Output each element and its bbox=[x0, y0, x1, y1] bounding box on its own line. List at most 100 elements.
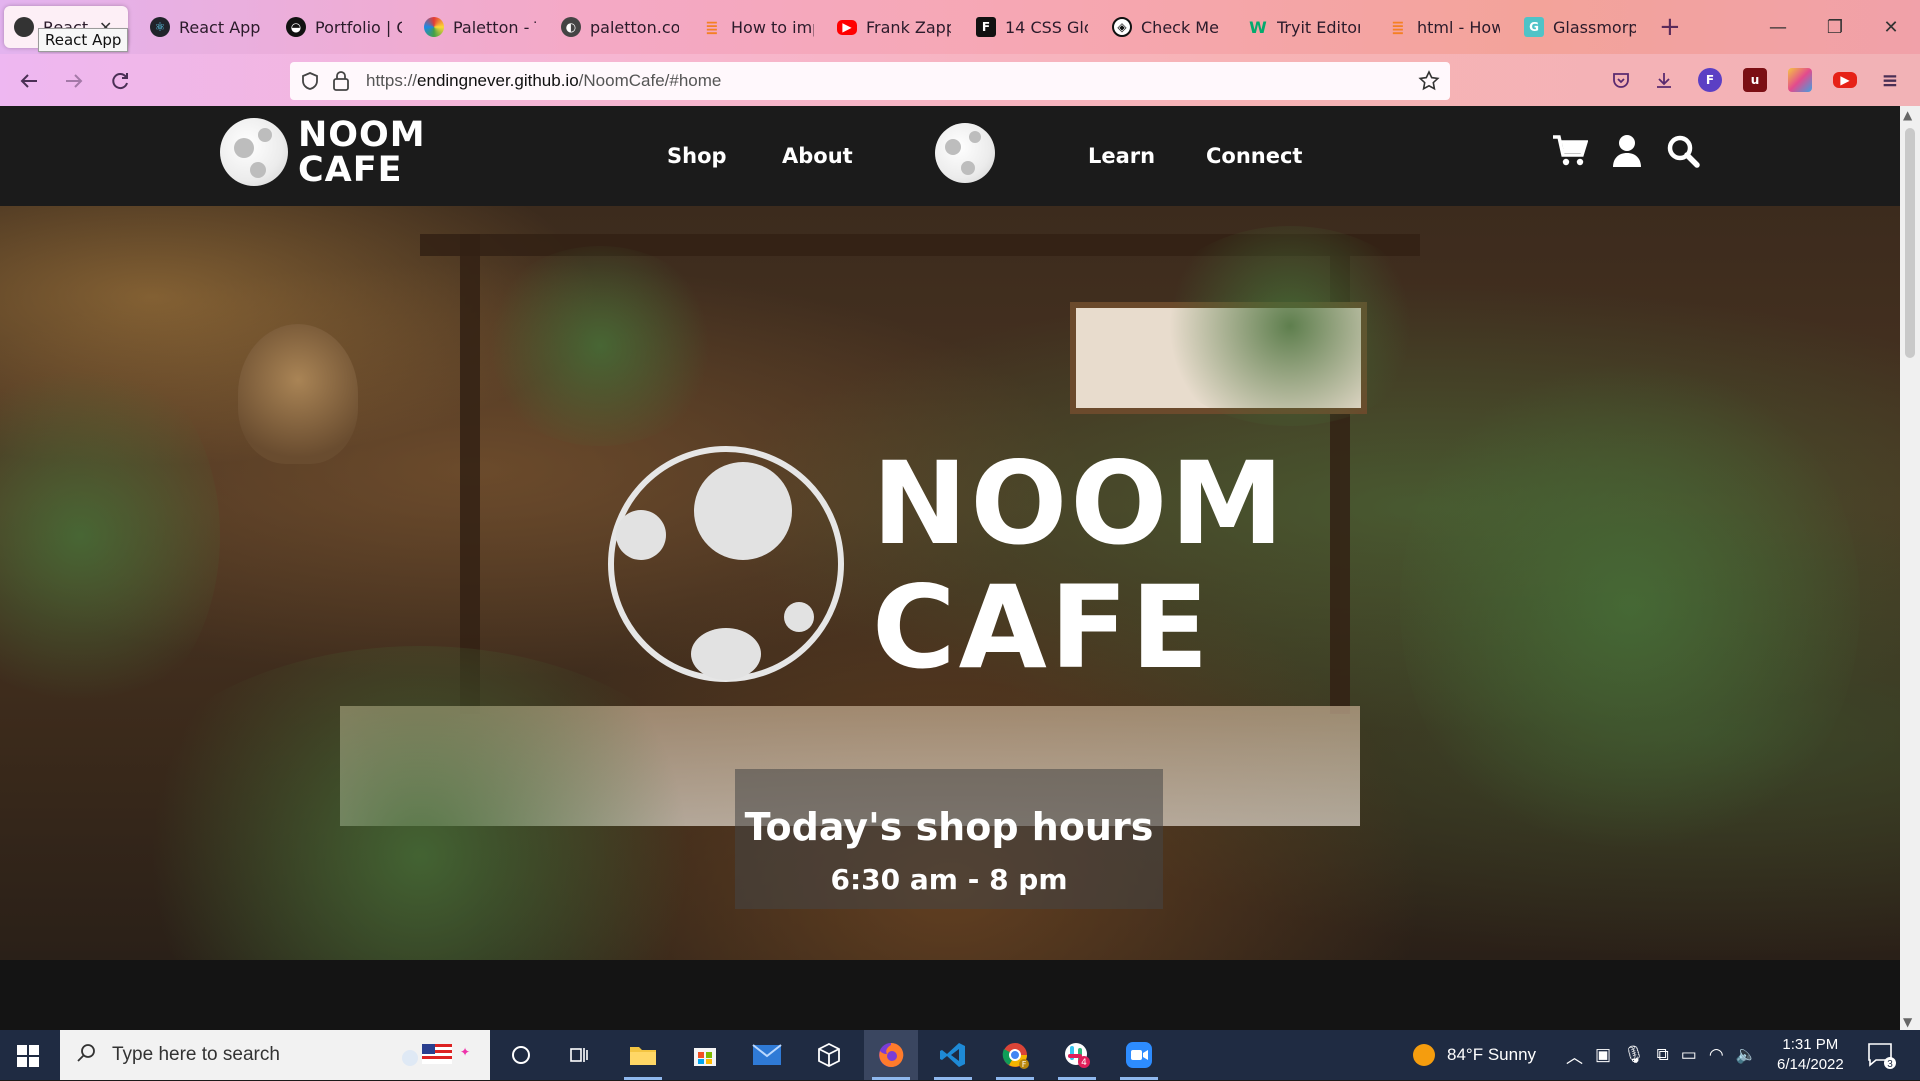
file-explorer-icon[interactable] bbox=[616, 1030, 670, 1080]
tab-html-how-to[interactable]: ≣ html - How t bbox=[1388, 6, 1500, 48]
nav-about[interactable]: About bbox=[782, 144, 853, 168]
wifi-icon[interactable]: ◠ bbox=[1709, 1045, 1724, 1065]
slack-icon[interactable]: 4 bbox=[1050, 1030, 1104, 1080]
windows-start-icon[interactable] bbox=[17, 1045, 39, 1067]
svg-text:✦: ✦ bbox=[460, 1045, 470, 1059]
tab-portfolio[interactable]: ◒ Portfolio | Cc bbox=[286, 6, 402, 48]
youtube-ext-icon[interactable]: ▶ bbox=[1833, 72, 1857, 88]
back-icon[interactable] bbox=[12, 64, 46, 98]
taskbar-search-box[interactable]: Type here to search ✦ bbox=[60, 1030, 490, 1080]
colorzilla-icon[interactable] bbox=[1788, 68, 1812, 92]
tab-title: Tryit Editor v bbox=[1277, 17, 1360, 37]
nav-learn[interactable]: Learn bbox=[1088, 144, 1155, 168]
tab-check-me-out[interactable]: ◈ Check Me O bbox=[1112, 6, 1224, 48]
w3schools-icon: W bbox=[1249, 17, 1267, 37]
tab-paletton-com[interactable]: ◐ paletton.com bbox=[561, 6, 679, 48]
mail-icon[interactable] bbox=[740, 1030, 794, 1080]
restore-icon[interactable]: ❐ bbox=[1820, 12, 1850, 42]
shop-hours-card: Today's shop hours 6:30 am - 8 pm bbox=[735, 769, 1163, 909]
page-scrollbar[interactable]: ▲ ▼ bbox=[1900, 106, 1920, 1031]
zoom-icon[interactable] bbox=[1112, 1030, 1166, 1080]
microphone-icon[interactable]: 🎙 bbox=[1623, 1045, 1645, 1065]
tab-title: How to impc bbox=[731, 17, 814, 37]
meet-now-icon[interactable]: ⧉ bbox=[1657, 1045, 1669, 1065]
weather-text: 84°F Sunny bbox=[1447, 1045, 1537, 1064]
hero-bg-plant bbox=[480, 246, 720, 446]
menu-hamburger-icon[interactable]: ≡ bbox=[1878, 68, 1902, 92]
tab-react-app[interactable]: ⚛ React App bbox=[150, 6, 260, 48]
tab-title: React App bbox=[179, 17, 260, 37]
tab-tryit-editor[interactable]: W Tryit Editor v bbox=[1248, 6, 1360, 48]
camera-icon[interactable]: ▣ bbox=[1595, 1045, 1611, 1065]
tab-title: Frank Zappa bbox=[866, 17, 951, 37]
address-bar[interactable]: https://endingnever.github.io/NoomCafe/#… bbox=[290, 62, 1450, 100]
tab-glassmorphism[interactable]: G Glassmorphi bbox=[1524, 6, 1636, 48]
tab-frank-zappa[interactable]: ▶ Frank Zappa bbox=[837, 6, 951, 48]
web-page: NOOM CAFE Shop About Learn Connect NOOM … bbox=[0, 106, 1900, 1031]
weather-widget[interactable]: 84°F Sunny bbox=[1413, 1030, 1536, 1080]
search-placeholder: Type here to search bbox=[112, 1044, 280, 1065]
chevron-up-icon[interactable]: ︿ bbox=[1566, 1043, 1583, 1068]
url-text[interactable]: https://endingnever.github.io/NoomCafe/#… bbox=[366, 71, 721, 91]
search-highlight-flag-icon: ✦ bbox=[390, 1034, 480, 1081]
system-tray: ︿ ▣ 🎙 ⧉ ▭ ◠ 🔈 bbox=[1566, 1030, 1757, 1080]
hero-bg-plant bbox=[100, 646, 740, 960]
firefox-icon[interactable] bbox=[864, 1030, 918, 1080]
shop-hours-value: 6:30 am - 8 pm bbox=[830, 863, 1068, 896]
task-view-icon[interactable] bbox=[552, 1030, 606, 1080]
paletton-globe-icon: ◐ bbox=[561, 17, 581, 37]
hero-bg-plant bbox=[1150, 226, 1430, 426]
clock[interactable]: 1:31 PM 6/14/2022 bbox=[1777, 1030, 1844, 1080]
brand-name[interactable]: NOOM CAFE bbox=[298, 118, 426, 188]
ublock-icon[interactable]: u bbox=[1743, 68, 1767, 92]
tab-tooltip: React App bbox=[38, 28, 129, 52]
tab-title: Glassmorphi bbox=[1553, 17, 1636, 37]
tab-css-glow[interactable]: F 14 CSS Glow bbox=[976, 6, 1088, 48]
new-tab-button[interactable]: + bbox=[1659, 12, 1681, 42]
search-icon[interactable] bbox=[1666, 134, 1700, 172]
tab-paletton[interactable]: Paletton - Th bbox=[424, 6, 536, 48]
lock-icon[interactable] bbox=[332, 70, 350, 96]
nav-moon-logo[interactable] bbox=[935, 123, 995, 183]
stackoverflow-icon: ≣ bbox=[1391, 17, 1405, 37]
youtube-icon: ▶ bbox=[837, 19, 857, 35]
nav-shop[interactable]: Shop bbox=[667, 144, 727, 168]
microsoft-store-icon[interactable] bbox=[678, 1030, 732, 1080]
chrome-profile-badge: F bbox=[1022, 1060, 1027, 1069]
forward-icon[interactable] bbox=[57, 64, 91, 98]
scrollbar-thumb[interactable] bbox=[1905, 128, 1915, 358]
scroll-down-icon[interactable]: ▼ bbox=[1903, 1015, 1912, 1029]
brand-moon-logo[interactable] bbox=[220, 118, 288, 186]
shield-icon[interactable] bbox=[300, 71, 320, 95]
hero-bg-lamp bbox=[238, 324, 358, 464]
cart-icon[interactable] bbox=[1552, 134, 1589, 172]
sun-icon bbox=[1413, 1044, 1435, 1066]
cube-app-icon[interactable] bbox=[802, 1030, 856, 1080]
brand-line-2: CAFE bbox=[298, 150, 403, 190]
volume-icon[interactable]: 🔈 bbox=[1736, 1045, 1757, 1065]
bookmark-star-icon[interactable] bbox=[1418, 70, 1440, 96]
nav-connect[interactable]: Connect bbox=[1206, 144, 1302, 168]
clock-date: 6/14/2022 bbox=[1777, 1056, 1844, 1073]
notification-count: 3 bbox=[1887, 1059, 1893, 1070]
glass-icon: G bbox=[1524, 17, 1544, 37]
f-icon: F bbox=[976, 17, 996, 37]
download-icon[interactable] bbox=[1652, 68, 1676, 92]
tab-title: Paletton - Th bbox=[453, 17, 536, 37]
vscode-icon[interactable] bbox=[926, 1030, 980, 1080]
reload-icon[interactable] bbox=[103, 64, 137, 98]
notification-center-icon[interactable]: 3 bbox=[1866, 1030, 1896, 1080]
user-icon[interactable] bbox=[1612, 134, 1642, 172]
minimize-icon[interactable]: — bbox=[1763, 12, 1793, 42]
scroll-up-icon[interactable]: ▲ bbox=[1903, 108, 1912, 122]
pocket-icon[interactable] bbox=[1609, 68, 1633, 92]
chrome-icon[interactable]: F bbox=[988, 1030, 1042, 1080]
clock-time: 1:31 PM bbox=[1782, 1036, 1839, 1053]
windows-taskbar: Type here to search ✦ F 4 84°F Sunny ︿ ▣… bbox=[0, 1030, 1920, 1080]
url-prefix: https:// bbox=[366, 71, 418, 90]
battery-icon[interactable]: ▭ bbox=[1681, 1045, 1697, 1065]
account-f-icon[interactable]: F bbox=[1698, 68, 1722, 92]
tab-how-to-import[interactable]: ≣ How to impc bbox=[702, 6, 814, 48]
cortana-icon[interactable] bbox=[494, 1030, 548, 1080]
close-window-icon[interactable]: ✕ bbox=[1876, 12, 1906, 42]
